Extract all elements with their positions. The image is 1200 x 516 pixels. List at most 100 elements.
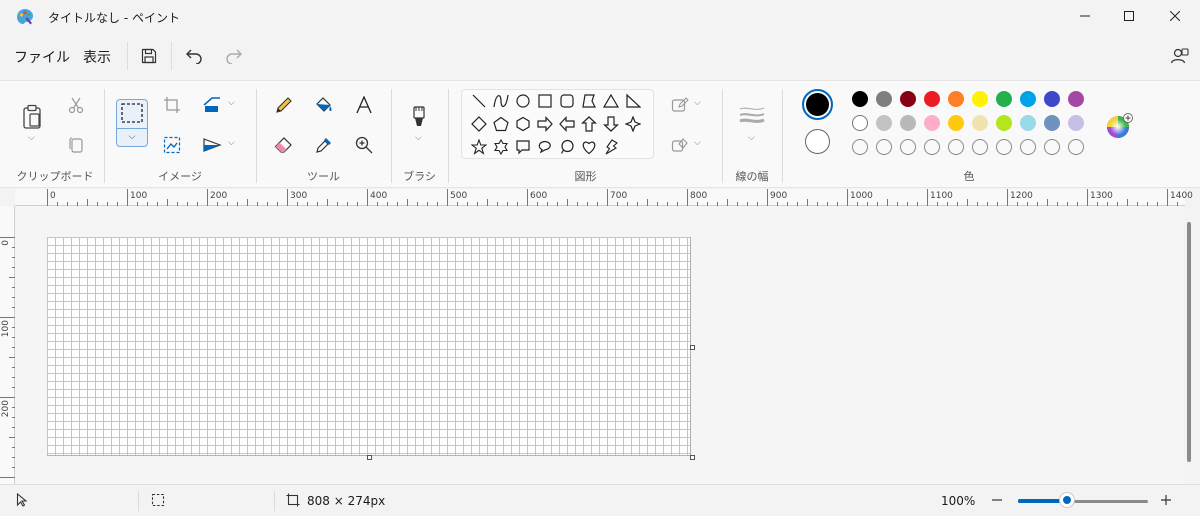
brush-button[interactable] xyxy=(405,103,433,131)
crop-button[interactable] xyxy=(158,91,186,119)
curve-shape[interactable] xyxy=(490,90,512,112)
image-select-button[interactable] xyxy=(158,131,186,159)
account-button[interactable] xyxy=(1167,45,1193,67)
chevron-down-icon[interactable]: ⌵ xyxy=(228,138,235,148)
resize-button[interactable] xyxy=(198,91,226,119)
eraser-button[interactable] xyxy=(270,131,298,159)
palette-swatch[interactable] xyxy=(1020,91,1036,107)
undo-button[interactable] xyxy=(181,45,207,67)
five-point-star-shape[interactable] xyxy=(468,136,490,158)
down-arrow-shape[interactable] xyxy=(600,113,622,135)
redo-button[interactable] xyxy=(221,45,247,67)
zoom-out-button[interactable] xyxy=(990,493,1004,507)
size-button[interactable] xyxy=(738,101,766,129)
palette-swatch[interactable] xyxy=(924,139,940,155)
chevron-down-icon[interactable]: ⌵ xyxy=(28,133,35,143)
palette-swatch[interactable] xyxy=(948,139,964,155)
four-point-star-shape[interactable] xyxy=(622,113,644,135)
close-button[interactable] xyxy=(1152,0,1198,32)
palette-swatch[interactable] xyxy=(948,91,964,107)
chevron-down-icon[interactable]: ⌵ xyxy=(228,98,235,108)
palette-swatch[interactable] xyxy=(852,139,868,155)
zoom-level-text[interactable]: 100% xyxy=(941,494,975,508)
right-arrow-shape[interactable] xyxy=(534,113,556,135)
paste-button[interactable] xyxy=(18,101,46,133)
lightning-shape[interactable] xyxy=(600,136,622,158)
palette-swatch[interactable] xyxy=(876,91,892,107)
chevron-down-icon[interactable]: ⌵ xyxy=(694,98,701,108)
text-button[interactable] xyxy=(350,91,378,119)
palette-swatch[interactable] xyxy=(876,115,892,131)
drawing-canvas[interactable] xyxy=(47,237,691,456)
view-menu[interactable]: 表示 xyxy=(83,47,111,67)
heart-shape[interactable] xyxy=(578,136,600,158)
palette-swatch[interactable] xyxy=(1068,139,1084,155)
diamond-shape[interactable] xyxy=(468,113,490,135)
magnifier-button[interactable] xyxy=(350,131,378,159)
vertical-scrollbar[interactable] xyxy=(1187,222,1191,462)
maximize-button[interactable] xyxy=(1106,0,1152,32)
resize-handle-bottom[interactable] xyxy=(367,455,372,460)
chevron-down-icon[interactable]: ⌵ xyxy=(117,128,147,146)
save-button[interactable] xyxy=(136,45,162,67)
chevron-down-icon[interactable]: ⌵ xyxy=(748,133,755,143)
left-arrow-shape[interactable] xyxy=(556,113,578,135)
up-arrow-shape[interactable] xyxy=(578,113,600,135)
oval-shape[interactable] xyxy=(512,90,534,112)
color-picker-button[interactable] xyxy=(310,131,338,159)
palette-swatch[interactable] xyxy=(852,115,868,131)
fill-style-button[interactable] xyxy=(666,131,694,159)
pentagon-shape[interactable] xyxy=(490,113,512,135)
palette-swatch[interactable] xyxy=(900,139,916,155)
rectangular-callout-shape[interactable] xyxy=(512,136,534,158)
cut-button[interactable] xyxy=(62,91,90,119)
palette-swatch[interactable] xyxy=(972,91,988,107)
rounded-rectangle-shape[interactable] xyxy=(556,90,578,112)
file-menu[interactable]: ファイル xyxy=(14,47,70,67)
six-point-star-shape[interactable] xyxy=(490,136,512,158)
chevron-down-icon[interactable]: ⌵ xyxy=(415,133,422,143)
palette-swatch[interactable] xyxy=(1044,115,1060,131)
line-shape[interactable] xyxy=(468,90,490,112)
palette-swatch[interactable] xyxy=(1020,139,1036,155)
palette-swatch[interactable] xyxy=(972,139,988,155)
triangle-shape[interactable] xyxy=(600,90,622,112)
palette-swatch[interactable] xyxy=(948,115,964,131)
color2-button[interactable] xyxy=(805,129,830,154)
palette-swatch[interactable] xyxy=(972,115,988,131)
color1-button[interactable] xyxy=(802,89,833,120)
resize-handle-right[interactable] xyxy=(690,345,695,350)
palette-swatch[interactable] xyxy=(900,115,916,131)
palette-swatch[interactable] xyxy=(924,115,940,131)
select-button[interactable]: ⌵ xyxy=(116,99,148,147)
hexagon-shape[interactable] xyxy=(512,113,534,135)
palette-swatch[interactable] xyxy=(900,91,916,107)
resize-handle-corner[interactable] xyxy=(690,455,695,460)
zoom-in-button[interactable] xyxy=(1159,493,1173,507)
chevron-down-icon[interactable]: ⌵ xyxy=(694,138,701,148)
edit-colors-button[interactable] xyxy=(1106,113,1134,139)
palette-swatch[interactable] xyxy=(924,91,940,107)
palette-swatch[interactable] xyxy=(996,139,1012,155)
palette-swatch[interactable] xyxy=(1020,115,1036,131)
palette-swatch[interactable] xyxy=(1068,115,1084,131)
palette-swatch[interactable] xyxy=(1044,91,1060,107)
palette-swatch[interactable] xyxy=(1068,91,1084,107)
palette-swatch[interactable] xyxy=(1044,139,1060,155)
copy-button[interactable] xyxy=(62,131,90,159)
pencil-button[interactable] xyxy=(270,91,298,119)
rotate-button[interactable] xyxy=(198,131,226,159)
palette-swatch[interactable] xyxy=(852,91,868,107)
right-triangle-shape[interactable] xyxy=(622,90,644,112)
rectangle-shape[interactable] xyxy=(534,90,556,112)
fill-button[interactable] xyxy=(310,91,338,119)
zoom-slider-thumb[interactable] xyxy=(1060,493,1074,507)
palette-swatch[interactable] xyxy=(996,115,1012,131)
palette-swatch[interactable] xyxy=(876,139,892,155)
minimize-button[interactable] xyxy=(1062,0,1108,32)
palette-swatch[interactable] xyxy=(996,91,1012,107)
polygon-shape[interactable] xyxy=(578,90,600,112)
cloud-callout-shape[interactable] xyxy=(556,136,578,158)
oval-callout-shape[interactable] xyxy=(534,136,556,158)
outline-button[interactable] xyxy=(666,91,694,119)
